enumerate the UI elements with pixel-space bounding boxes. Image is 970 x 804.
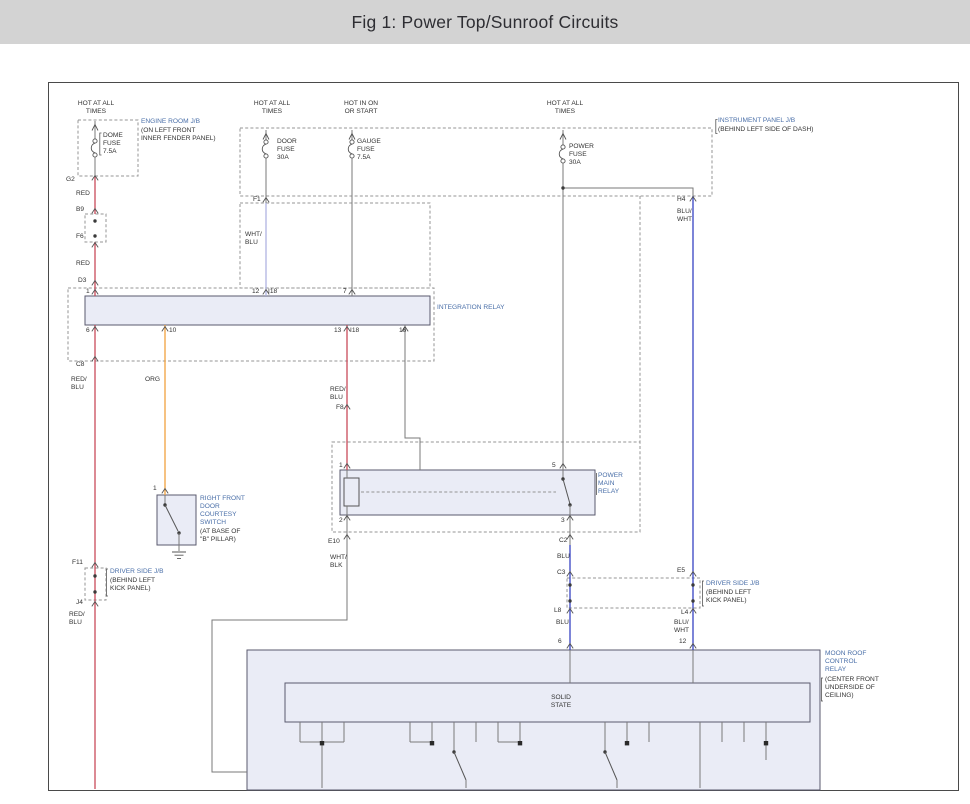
connector-l8-label: L8 — [554, 607, 561, 615]
connector-f1-label: F1 — [253, 196, 261, 204]
connector-f6-label: F6 — [76, 233, 84, 241]
connector-c2-label: C2 — [559, 537, 567, 545]
solid-state-label: SOLID STATE — [551, 694, 571, 710]
connector-l4-label: L4 — [681, 609, 688, 617]
hot-at-all-times-label-2: HOT AT ALL TIMES — [254, 100, 290, 116]
engine-room-jb-location: (ON LEFT FRONT INNER FENDER PANEL) — [141, 127, 216, 143]
connector-b9-f6-box — [85, 214, 106, 242]
moon-roof-relay-location: (CENTER FRONT UNDERSIDE OF CEILING) — [825, 676, 879, 700]
ground-symbol — [172, 552, 186, 558]
connector-e5-label: E5 — [677, 567, 685, 575]
relay-pin-1-top-label: 1 — [86, 288, 90, 296]
wire-blu-wht-label-2: BLU/ WHT — [674, 619, 689, 635]
pmr-pin-5-label: 5 — [552, 462, 556, 470]
wire-blu-wht-label-1: BLU/ WHT — [677, 208, 692, 224]
connector-c3-label: C3 — [557, 569, 565, 577]
dome-fuse-label: DOME FUSE 7.5A — [103, 132, 123, 156]
pmr-pin-2-label: 2 — [339, 517, 343, 525]
driver-side-jb-right-box — [567, 578, 700, 608]
wire-branch-h4 — [563, 188, 693, 196]
relay-pin-12-label: 12 — [252, 288, 259, 296]
connector-i18-bottom-label: I18 — [350, 327, 359, 335]
courtesy-switch-location: (AT BASE OF "B" PILLAR) — [200, 528, 240, 544]
driver-side-jb-right-location: (BEHIND LEFT KICK PANEL) — [706, 589, 751, 605]
moon-roof-relay-label: MOON ROOF CONTROL RELAY — [825, 650, 866, 674]
connector-j4-label: J4 — [76, 599, 83, 607]
hot-at-all-times-label-3: HOT AT ALL TIMES — [547, 100, 583, 116]
relay-pin-13-label: 13 — [334, 327, 341, 335]
door-fuse-label: DOOR FUSE 30A — [277, 138, 297, 162]
instrument-panel-jb-box — [240, 128, 712, 196]
integration-relay-box — [85, 296, 430, 325]
courtesy-switch-box — [157, 495, 196, 545]
gauge-fuse-label: GAUGE FUSE 7.5A — [357, 138, 381, 162]
relay-pin-6-label: 6 — [86, 327, 90, 335]
integration-relay-label: INTEGRATION RELAY — [437, 304, 505, 312]
connector-b9-label: B9 — [76, 206, 84, 214]
wire-red-blu-label-3: RED/ BLU — [69, 611, 85, 627]
connector-i18-top-label: I18 — [268, 288, 277, 296]
instrument-panel-jb-label: INSTRUMENT PANEL J/B — [718, 117, 795, 125]
component-boxes — [85, 296, 820, 790]
power-fuse-symbol — [559, 145, 565, 163]
power-fuse-label: POWER FUSE 30A — [569, 143, 594, 167]
driver-side-jb-right-label: DRIVER SIDE J/B — [706, 580, 760, 588]
courtesy-switch-label: RIGHT FRONT DOOR COURTESY SWITCH — [200, 495, 245, 527]
moon-roof-pin-6-label: 6 — [558, 638, 562, 646]
hot-at-all-times-label-1: HOT AT ALL TIMES — [78, 100, 114, 116]
relay-pin-7-label: 7 — [343, 288, 347, 296]
connector-e10-label: E10 — [328, 538, 340, 546]
relay-pin-16-label: 16 — [399, 327, 406, 335]
hot-in-on-or-start-label: HOT IN ON OR START — [344, 100, 378, 116]
wire-wht-blk-label: WHT/ BLK — [330, 554, 347, 570]
connector-d3-label: D3 — [78, 277, 86, 285]
connector-chevrons — [92, 176, 696, 649]
connector-h4-label: H4 — [677, 196, 685, 204]
door-fuse-symbol — [262, 140, 268, 158]
relay-pin-10-label: 10 — [169, 327, 176, 335]
wire-blu-label-2: BLU — [556, 619, 569, 627]
instrument-panel-jb-location: (BEHIND LEFT SIDE OF DASH) — [718, 126, 814, 134]
wire-red-blu-label-2: RED/ BLU — [330, 386, 346, 402]
driver-side-jb-left-location: (BEHIND LEFT KICK PANEL) — [110, 577, 155, 593]
courtesy-switch-pin-1-label: 1 — [153, 485, 157, 493]
wire-red-label-1: RED — [76, 190, 90, 198]
wire-red-blu-label-1: RED/ BLU — [71, 376, 87, 392]
dome-fuse-symbol — [91, 139, 97, 157]
wire-wht-blu-label: WHT/ BLU — [245, 231, 262, 247]
wire-blu-label-1: BLU — [557, 553, 570, 561]
connector-g2-label: G2 — [66, 176, 75, 184]
wire-org-label: ORG — [145, 376, 160, 384]
solid-state-box — [285, 683, 810, 722]
gauge-fuse-symbol — [348, 140, 354, 158]
pmr-pin-3-label: 3 — [561, 517, 565, 525]
moon-roof-pin-12-label: 12 — [679, 638, 686, 646]
instrument-panel-jb-lower-box — [240, 203, 430, 288]
power-main-relay-label: POWER MAIN RELAY — [598, 472, 623, 496]
engine-room-jb-label: ENGINE ROOM J/B — [141, 118, 200, 126]
driver-side-jb-left-label: DRIVER SIDE J/B — [110, 568, 164, 576]
label-brackets — [100, 120, 823, 702]
connector-f11-label: F11 — [72, 559, 83, 567]
connector-f8-label: F8 — [336, 404, 344, 412]
wire-pin16 — [405, 325, 420, 470]
wire-red-label-2: RED — [76, 260, 90, 268]
pmr-pin-1-label: 1 — [339, 462, 343, 470]
connector-c8-label: C8 — [76, 361, 84, 369]
